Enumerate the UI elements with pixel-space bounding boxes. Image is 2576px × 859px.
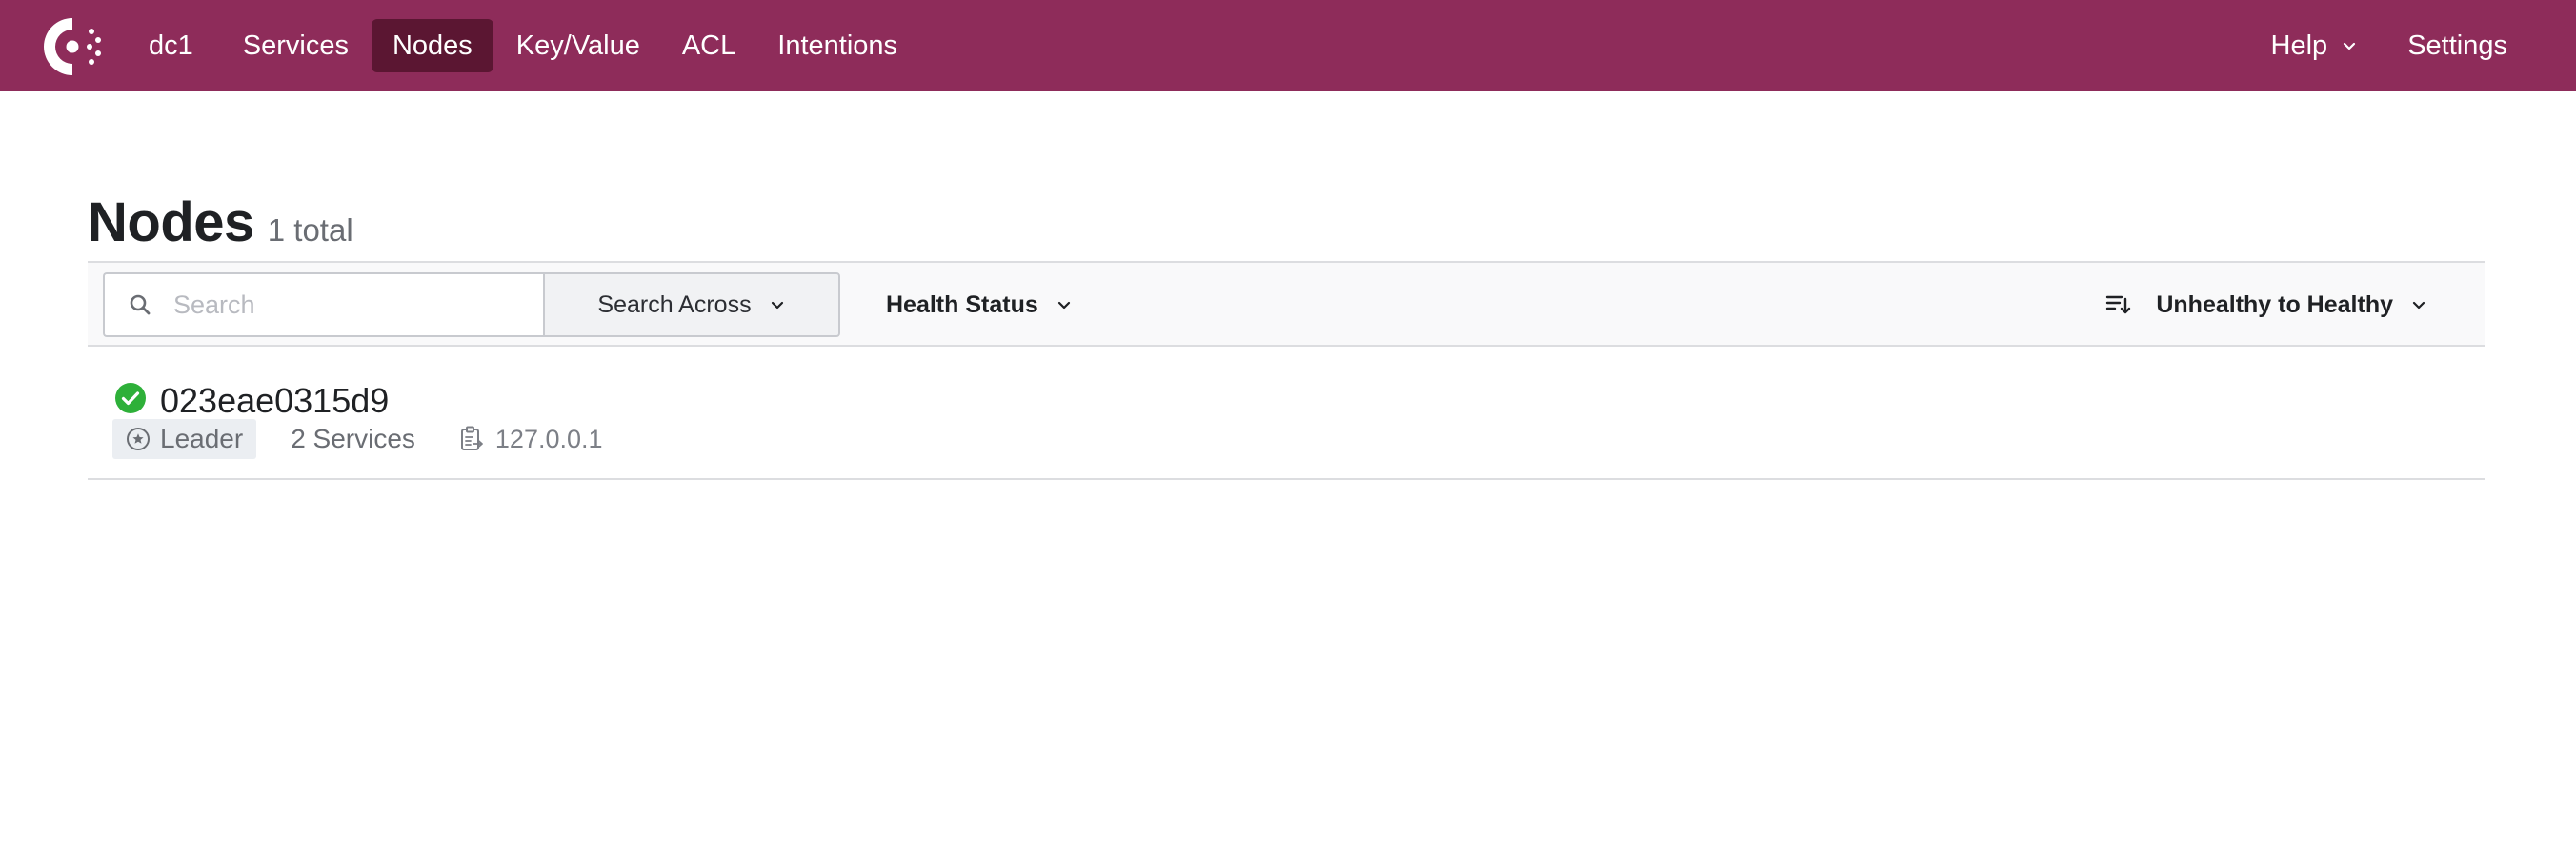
nav-item-acl[interactable]: ACL — [661, 19, 756, 72]
check-circle-icon — [115, 383, 146, 413]
secondary-nav: Help Settings — [2250, 19, 2528, 72]
services-count: 2 Services — [291, 424, 415, 453]
page-header: Nodes 1 total — [88, 190, 353, 254]
health-status-label: Health Status — [886, 290, 1038, 318]
leader-badge: Leader — [112, 419, 257, 459]
health-status-dropdown[interactable]: Health Status — [886, 272, 1073, 337]
consul-logo-icon[interactable] — [40, 14, 105, 79]
clipboard-icon[interactable] — [459, 426, 484, 452]
chevron-down-icon — [2412, 301, 2425, 310]
chevron-down-icon — [2344, 42, 2356, 50]
primary-nav: dc1 Services Nodes Key/Value ACL Intenti… — [133, 19, 918, 72]
search-across-dropdown[interactable]: Search Across — [543, 272, 840, 337]
page-title: Nodes — [88, 191, 254, 253]
settings-link[interactable]: Settings — [2386, 19, 2528, 72]
sort-label: Unhealthy to Healthy — [2156, 290, 2393, 318]
filter-bar: Search Across Health Status Unhealthy to… — [88, 261, 2485, 347]
search-input[interactable] — [173, 290, 516, 320]
help-menu[interactable]: Help — [2250, 19, 2380, 72]
top-navigation: dc1 Services Nodes Key/Value ACL Intenti… — [0, 0, 2576, 91]
nav-item-intentions[interactable]: Intentions — [756, 19, 918, 72]
nav-item-services[interactable]: Services — [222, 19, 370, 72]
total-count: 1 total — [267, 212, 353, 248]
sort-dropdown[interactable]: Unhealthy to Healthy — [2104, 272, 2427, 337]
star-circle-icon — [127, 428, 150, 450]
node-details: Leader 2 Services 127.0.0.1 — [112, 419, 603, 459]
search-across-label: Search Across — [597, 290, 752, 318]
datacenter-selector[interactable]: dc1 — [133, 19, 209, 72]
node-address-value: 127.0.0.1 — [494, 424, 603, 453]
chevron-down-icon — [1057, 301, 1070, 310]
node-name[interactable]: 023eae0315d9 — [160, 381, 389, 421]
nav-item-nodes[interactable]: Nodes — [371, 19, 493, 72]
search-field — [103, 272, 543, 337]
leader-badge-label: Leader — [160, 424, 244, 453]
search-icon — [130, 294, 151, 315]
nav-item-key-value[interactable]: Key/Value — [495, 19, 661, 72]
node-header: 023eae0315d9 — [114, 375, 389, 421]
chevron-down-icon — [771, 301, 783, 310]
node-list-item[interactable]: 023eae0315d9 Leader 2 Services 127.0.0.1 — [88, 347, 2485, 480]
sort-icon — [2106, 295, 2131, 314]
help-label: Help — [2270, 30, 2328, 61]
node-address: 127.0.0.1 — [459, 425, 603, 454]
